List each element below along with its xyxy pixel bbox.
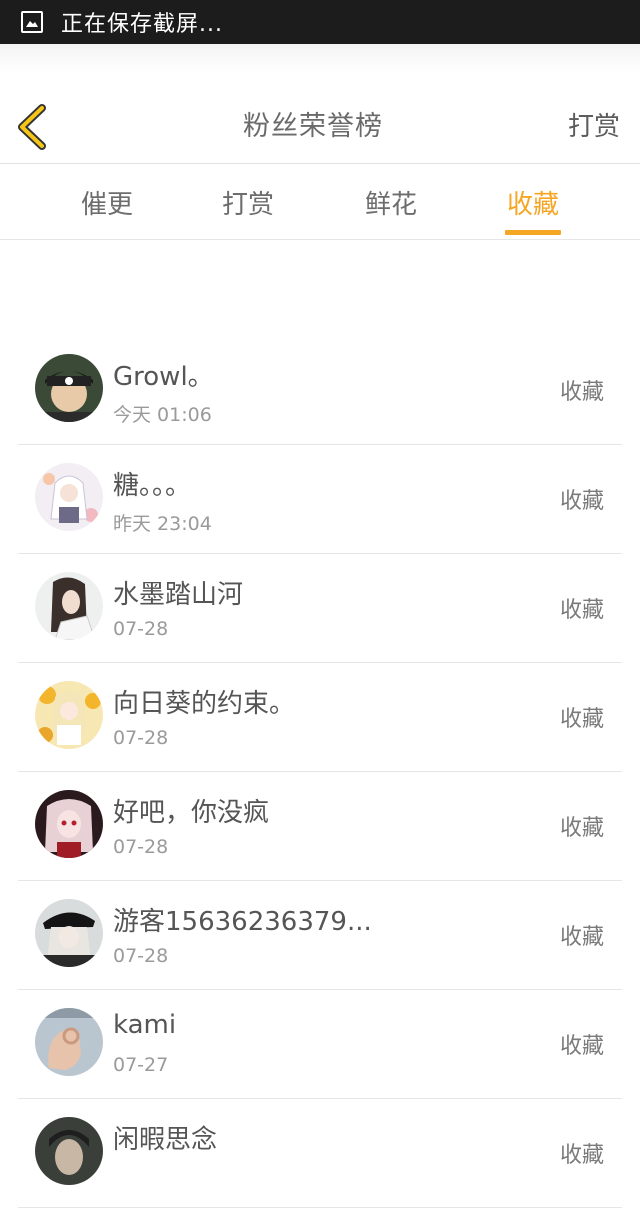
fan-list: Growl。 今天 01:06 收藏 糖。。。 昨天 23:04 收藏 水墨踏山… bbox=[0, 336, 640, 1208]
fan-name: 好吧，你没疯 bbox=[113, 798, 270, 828]
app-header: 粉丝荣誉榜 打赏 bbox=[0, 44, 640, 164]
fan-name: 向日葵的约束。 bbox=[113, 689, 296, 719]
tab-favorites[interactable]: 收藏 bbox=[483, 184, 583, 221]
fan-time: 07-28 bbox=[113, 727, 169, 749]
fan-time: 昨天 23:04 bbox=[113, 513, 212, 535]
page-title: 粉丝荣誉榜 bbox=[243, 111, 383, 142]
fan-time: 07-28 bbox=[113, 836, 169, 858]
list-item[interactable]: 水墨踏山河 07-28 收藏 bbox=[18, 554, 622, 663]
fan-action-label: 收藏 bbox=[559, 489, 604, 514]
list-item[interactable]: 好吧，你没疯 07-28 收藏 bbox=[18, 772, 622, 881]
screenshot-gallery-icon bbox=[21, 11, 43, 33]
status-text: 正在保存截屏... bbox=[61, 12, 223, 37]
tab-urge-update[interactable]: 催更 bbox=[57, 184, 157, 221]
fan-name: 水墨踏山河 bbox=[113, 580, 244, 610]
fan-action-label: 收藏 bbox=[559, 925, 604, 950]
fan-time: 07-27 bbox=[113, 1054, 169, 1076]
fan-time: 07-28 bbox=[113, 618, 169, 640]
avatar-dark-portrait bbox=[35, 1117, 103, 1185]
list-item[interactable]: kami 07-27 收藏 bbox=[18, 990, 622, 1099]
status-bar: 正在保存截屏... bbox=[0, 0, 640, 44]
list-item[interactable]: 糖。。。 昨天 23:04 收藏 bbox=[18, 445, 622, 554]
fan-action-label: 收藏 bbox=[559, 380, 604, 405]
avatar-ancient-swordsman bbox=[35, 572, 103, 640]
avatar-anime-red bbox=[35, 790, 103, 858]
list-item[interactable]: 闲暇思念 收藏 bbox=[18, 1099, 622, 1208]
fan-time: 07-28 bbox=[113, 945, 169, 967]
fan-name: Growl。 bbox=[113, 362, 214, 392]
reward-button[interactable]: 打赏 bbox=[568, 106, 620, 143]
fan-action-label: 收藏 bbox=[559, 598, 604, 623]
avatar-hat-person bbox=[35, 899, 103, 967]
list-item[interactable]: 游客15636236379... 07-28 收藏 bbox=[18, 881, 622, 990]
tab-reward[interactable]: 打赏 bbox=[198, 184, 298, 221]
list-item[interactable]: Growl。 今天 01:06 收藏 bbox=[18, 336, 622, 445]
fan-time: 今天 01:06 bbox=[113, 404, 212, 426]
fan-name: 糖。。。 bbox=[113, 471, 192, 501]
avatar-anime-sunflower bbox=[35, 681, 103, 749]
avatar-boy-cap bbox=[35, 354, 103, 422]
fan-action-label: 收藏 bbox=[559, 707, 604, 732]
avatar-hand-gesture bbox=[35, 1008, 103, 1076]
tab-flowers[interactable]: 鲜花 bbox=[341, 184, 441, 221]
fan-action-label: 收藏 bbox=[559, 816, 604, 841]
active-tab-indicator bbox=[505, 230, 561, 235]
tab-bar: 催更 打赏 鲜花 收藏 bbox=[0, 164, 640, 240]
avatar-anime-white-hair bbox=[35, 463, 103, 531]
fan-action-label: 收藏 bbox=[559, 1034, 604, 1059]
fan-action-label: 收藏 bbox=[559, 1143, 604, 1168]
list-item[interactable]: 向日葵的约束。 07-28 收藏 bbox=[18, 663, 622, 772]
fan-name: kami bbox=[113, 1010, 177, 1040]
fan-name: 游客15636236379... bbox=[113, 907, 372, 937]
